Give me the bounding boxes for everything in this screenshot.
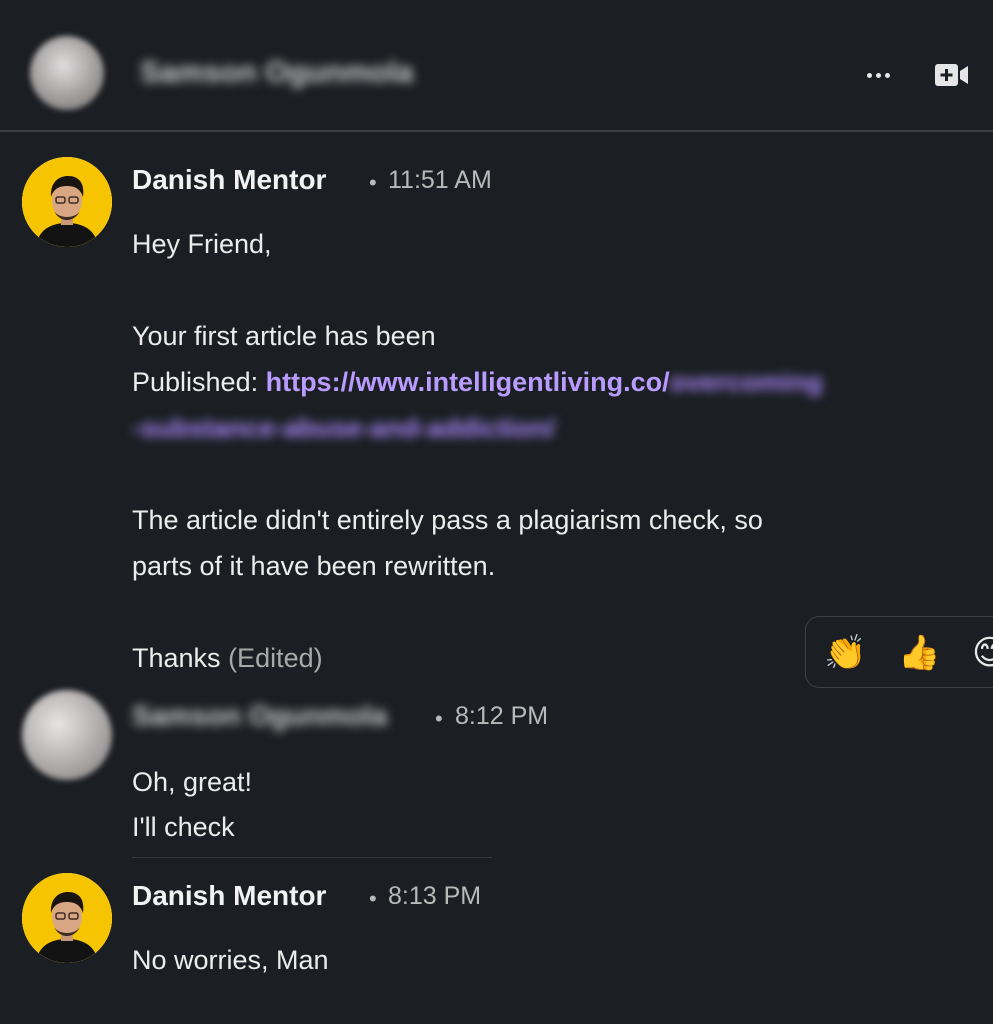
sender-name[interactable]: Danish Mentor	[132, 164, 326, 196]
thumbs-up-icon[interactable]: 👍	[898, 633, 940, 673]
smiling-face-icon[interactable]: 😊	[972, 633, 993, 673]
message-timestamp: 8:12 PM	[455, 702, 549, 730]
person-photo-icon	[22, 157, 112, 247]
video-call-icon[interactable]	[934, 62, 970, 88]
more-options-icon[interactable]	[860, 60, 896, 90]
sender-avatar[interactable]	[22, 873, 112, 963]
message-text: Thanks	[132, 643, 221, 673]
message-text: Published:	[132, 367, 266, 397]
message-timestamp: 11:51 AM	[388, 166, 492, 194]
message-line: -substance-abuse-and-addiction/	[132, 413, 555, 444]
article-link-redacted-continued[interactable]: -substance-abuse-and-addiction/	[132, 413, 555, 443]
sender-name[interactable]: Samson Ogunmola	[132, 700, 387, 732]
message-line: Hey Friend,	[132, 229, 272, 259]
sender-name[interactable]: Danish Mentor	[132, 880, 326, 912]
message-line: parts of it have been rewritten.	[132, 551, 496, 581]
contact-avatar[interactable]	[30, 36, 104, 110]
message-timestamp: 8:13 PM	[388, 882, 482, 910]
reaction-bar: 👏 👍 😊	[805, 616, 993, 688]
message-line: No worries, Man	[132, 945, 329, 975]
person-photo-icon	[22, 873, 112, 963]
article-link-redacted[interactable]: overcoming	[670, 367, 823, 397]
message-line: Thanks (Edited)	[132, 643, 323, 674]
conversation-header: Samson Ogunmola	[0, 0, 993, 132]
separator-dot: •	[369, 170, 377, 195]
message-line: Your first article has been	[132, 321, 436, 351]
edited-label: (Edited)	[228, 643, 323, 673]
separator-dot: •	[435, 706, 443, 731]
message-divider	[132, 857, 492, 858]
clapping-hands-icon[interactable]: 👏	[824, 633, 866, 673]
message-line: Published: https://www.intelligentliving…	[132, 367, 823, 398]
separator-dot: •	[369, 886, 377, 911]
message-line: I'll check	[132, 812, 235, 842]
message-line: The article didn't entirely pass a plagi…	[132, 505, 763, 535]
article-link[interactable]: https://www.intelligentliving.co/	[266, 367, 670, 397]
sender-avatar[interactable]	[22, 157, 112, 247]
contact-name[interactable]: Samson Ogunmola	[140, 56, 413, 90]
sender-avatar[interactable]	[22, 690, 112, 780]
message-line: Oh, great!	[132, 767, 253, 797]
